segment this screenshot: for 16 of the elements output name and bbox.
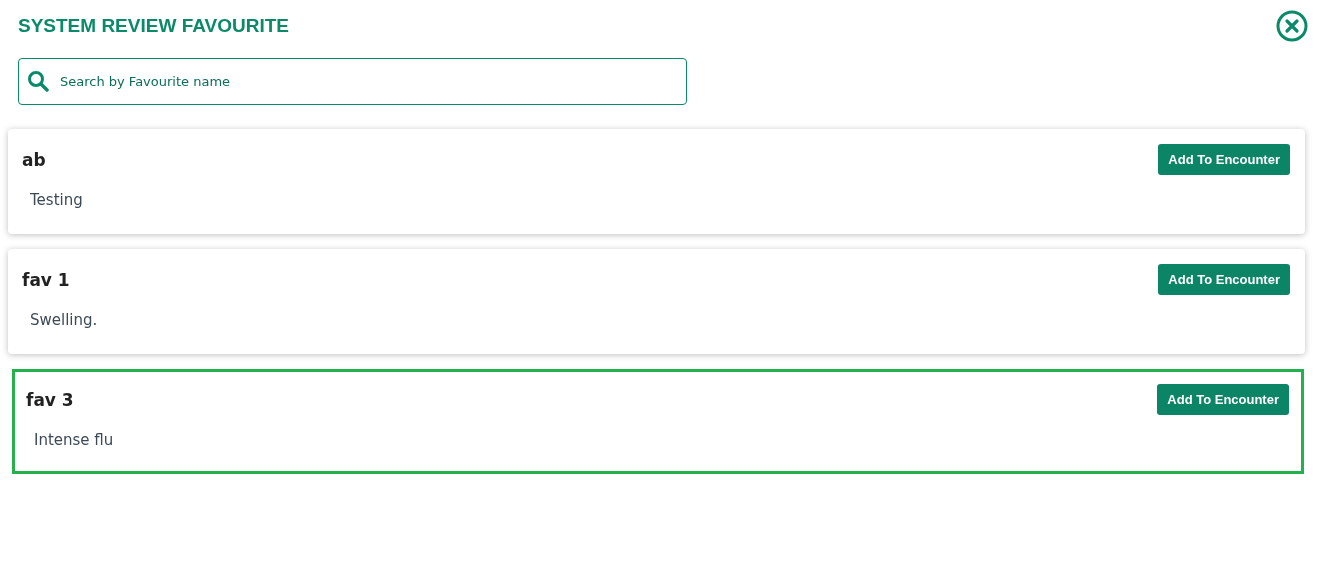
favourite-name: fav 1	[22, 269, 70, 290]
favourite-description: Intense flu	[34, 431, 115, 449]
favourite-description: Testing	[30, 191, 84, 209]
favourite-card[interactable]: fav 3 Add To Encounter Intense flu	[12, 369, 1304, 474]
dialog-title: SYSTEM REVIEW FAVOURITE	[18, 15, 289, 37]
favourite-card[interactable]: ab Add To Encounter Testing	[8, 129, 1305, 234]
add-to-encounter-button[interactable]: Add To Encounter	[1158, 144, 1290, 175]
search-field[interactable]: Search by Favourite name	[18, 58, 687, 105]
add-to-encounter-button[interactable]: Add To Encounter	[1157, 384, 1289, 415]
close-icon	[1276, 10, 1308, 42]
close-button[interactable]	[1276, 10, 1308, 42]
favourite-name: ab	[22, 149, 46, 170]
favourite-card[interactable]: fav 1 Add To Encounter Swelling.	[8, 249, 1305, 354]
add-to-encounter-button[interactable]: Add To Encounter	[1158, 264, 1290, 295]
favourite-name: fav 3	[26, 389, 74, 410]
favourite-description: Swelling.	[30, 311, 99, 329]
